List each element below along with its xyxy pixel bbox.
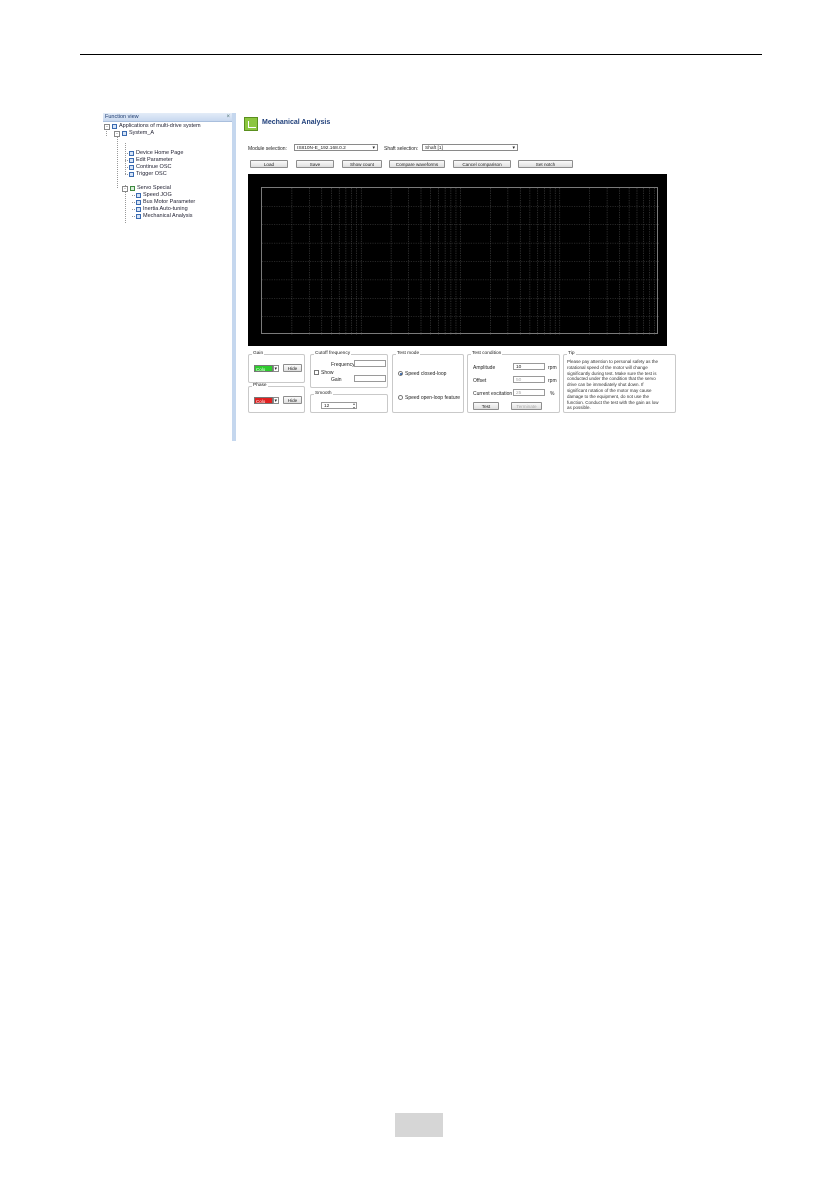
stepper-arrows-icon[interactable]: ▴ ▾ xyxy=(353,402,355,410)
shaft-selection-dropdown[interactable]: Shaft [1] ▾ xyxy=(422,144,518,151)
page-title: Mechanical Analysis xyxy=(262,119,331,126)
speed-closed-loop-radio[interactable] xyxy=(398,371,403,376)
test-mode-title: Test mode xyxy=(396,351,421,356)
tree-servo-special[interactable]: − Servo Special xyxy=(122,185,171,192)
phase-color-dropdown[interactable]: ▾ xyxy=(273,397,279,404)
collapse-icon[interactable]: − xyxy=(104,123,110,130)
tree-item-continue-osc[interactable]: Continue OSC xyxy=(129,164,171,171)
amplitude-input[interactable]: 10 xyxy=(513,363,545,370)
phase-color-picker[interactable]: Colo xyxy=(254,397,273,404)
gain-title: Gain xyxy=(252,351,265,356)
tree-item-bus-motor-parameter[interactable]: Bus Motor Parameter xyxy=(136,199,195,206)
dropdown-arrow-icon: ▾ xyxy=(372,145,375,151)
frequency-value xyxy=(354,360,386,367)
collapse-icon[interactable]: − xyxy=(122,185,128,192)
module-selection-dropdown[interactable]: IS810N-E_192.168.0.2 ▾ xyxy=(294,144,378,151)
test-condition-group: Test condition Amplitude 10 rpm Offset 5… xyxy=(467,351,560,413)
tree-root[interactable]: − Applications of multi-drive system xyxy=(104,123,201,130)
tree-system-a[interactable]: − System_A xyxy=(114,130,154,137)
terminate-button[interactable]: Terminate xyxy=(511,402,542,410)
amplitude-label: Amplitude xyxy=(473,365,496,371)
mechanical-analysis-icon xyxy=(244,117,258,131)
gain-hide-button[interactable]: Hide xyxy=(283,364,302,372)
test-button[interactable]: Test xyxy=(473,402,499,410)
test-mode-group: Test mode Speed closed-loop Speed open-l… xyxy=(392,351,464,413)
smooth-group: Smooth 12 ▴ ▾ xyxy=(310,391,388,413)
tree-item-trigger-osc[interactable]: Trigger OSC xyxy=(129,171,167,178)
save-button[interactable]: Save xyxy=(296,160,334,168)
frequency-label: Frequency xyxy=(331,362,355,368)
oscilloscope-icon xyxy=(129,165,134,170)
dropdown-arrow-icon: ▾ xyxy=(512,145,515,151)
show-label: Show xyxy=(321,370,334,376)
tip-title: Tip xyxy=(567,351,576,356)
offset-unit: rpm xyxy=(548,378,557,384)
cutoff-frequency-title: Cutoff frequency xyxy=(314,351,352,356)
set-notch-button[interactable]: Set notch xyxy=(518,160,573,168)
system-icon xyxy=(122,131,127,136)
cancel-comparison-button[interactable]: Cancel comparison xyxy=(453,160,511,168)
grid-icon xyxy=(112,124,117,129)
gain-color-picker[interactable]: Colo xyxy=(254,365,273,372)
function-view-title: Function view xyxy=(105,114,139,120)
tree-item-device-home-page[interactable]: Device Home Page xyxy=(129,150,183,157)
page-number-tab xyxy=(395,1113,443,1137)
chart-icon xyxy=(136,214,141,219)
tree-item-edit-parameter[interactable]: Edit Parameter xyxy=(129,157,173,164)
dropdown-arrow-icon: ▾ xyxy=(274,398,277,404)
tree-item-mechanical-analysis[interactable]: Mechanical Analysis xyxy=(136,213,193,220)
amplitude-unit: rpm xyxy=(548,365,557,371)
tip-text: Please pay attention to personal safety … xyxy=(567,359,659,411)
compare-waveforms-button[interactable]: Compare waveforms xyxy=(389,160,445,168)
grid-lines xyxy=(262,188,659,335)
phase-group: Phase Colo ▾ Hide xyxy=(248,383,305,413)
dropdown-arrow-icon: ▾ xyxy=(274,366,277,372)
current-excitation-input[interactable]: 25 xyxy=(513,389,545,396)
offset-label: Offset xyxy=(473,378,487,384)
module-selection-label: Module selection: xyxy=(248,146,287,152)
gain-group: Gain Colo ▾ Hide xyxy=(248,351,305,383)
gain-color-dropdown[interactable]: ▾ xyxy=(273,365,279,372)
smooth-stepper[interactable]: 12 ▴ ▾ xyxy=(321,402,357,410)
show-count-button[interactable]: Show count xyxy=(342,160,382,168)
offset-input[interactable]: 50 xyxy=(513,376,545,383)
gain-label: Gain xyxy=(331,377,342,383)
phase-title: Phase xyxy=(252,383,268,388)
current-excitation-unit: % xyxy=(550,391,555,397)
test-condition-title: Test condition xyxy=(471,351,503,356)
speed-open-loop-radio[interactable] xyxy=(398,395,403,400)
bode-plot-area[interactable] xyxy=(248,174,667,346)
collapse-icon[interactable]: − xyxy=(114,130,120,137)
smooth-title: Smooth xyxy=(314,391,333,396)
plot-grid xyxy=(261,187,659,335)
servo-icon xyxy=(130,186,135,191)
pin-icon[interactable]: × xyxy=(226,113,230,121)
function-view-header: Function view × xyxy=(103,113,232,122)
tip-group: Tip Please pay attention to personal saf… xyxy=(563,351,676,413)
jog-icon xyxy=(136,193,141,198)
software-screenshot: Function view × − Applications of multi-… xyxy=(103,113,677,441)
load-button[interactable]: Load xyxy=(250,160,288,168)
tree-item-inertia-auto-tuning[interactable]: Inertia Auto-tuning xyxy=(136,206,188,213)
oscilloscope-icon xyxy=(129,172,134,177)
page-top-rule xyxy=(80,54,762,55)
function-view-panel: Function view × − Applications of multi-… xyxy=(103,113,236,441)
shaft-selection-label: Shaft selection: xyxy=(384,146,419,152)
home-page-icon xyxy=(129,151,134,156)
current-excitation-label: Current excitation xyxy=(473,391,513,397)
parameter-icon xyxy=(129,158,134,163)
speed-open-loop-label: Speed open-loop feature xyxy=(405,395,461,401)
cutoff-frequency-group: Cutoff frequency Frequency Show Gain xyxy=(310,351,388,388)
motor-icon xyxy=(136,200,141,205)
speed-closed-loop-label: Speed closed-loop xyxy=(405,371,447,377)
show-checkbox[interactable] xyxy=(314,370,319,375)
mechanical-analysis-view: Mechanical Analysis Module selection: IS… xyxy=(240,113,677,441)
gain-value xyxy=(354,375,386,382)
tuning-icon xyxy=(136,207,141,212)
phase-hide-button[interactable]: Hide xyxy=(283,396,302,404)
tree-item-speed-jog[interactable]: Speed JOG xyxy=(136,192,172,199)
